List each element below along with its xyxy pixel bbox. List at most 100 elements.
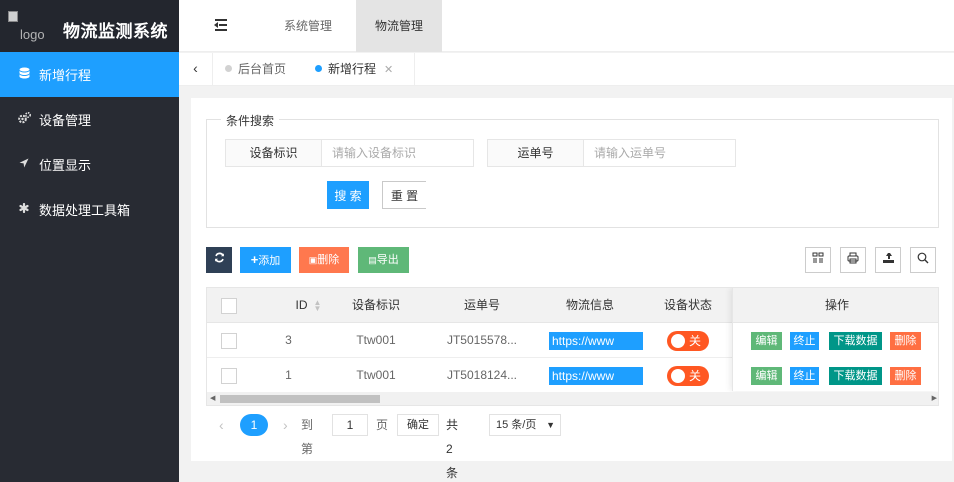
page-size-value: 15 条/页 [496, 419, 537, 431]
tab-home[interactable]: 后台首页 [213, 53, 301, 85]
search-toggle-button[interactable] [910, 247, 936, 273]
print-button[interactable] [840, 247, 866, 273]
status-switch[interactable]: 关 [667, 330, 709, 351]
switch-knob [671, 333, 685, 348]
sidebar: logo 物流监测系统 新增行程 设备管理 位置显示 数据处理工具箱 [0, 0, 179, 482]
device-id-label: 设备标识 [225, 139, 322, 167]
topnav-system-management[interactable]: 系统管理 [265, 0, 351, 52]
edit-button[interactable]: 编辑 [751, 332, 782, 350]
search-button[interactable]: 搜 索 [327, 181, 369, 209]
total-count: 共 2 条 [446, 418, 459, 480]
topnav-logistics-management[interactable]: 物流管理 [356, 0, 442, 52]
sidebar-item-device-management[interactable]: 设备管理 [0, 97, 179, 142]
status-switch[interactable]: 关 [667, 365, 709, 386]
sidebar-item-location[interactable]: 位置显示 [0, 142, 179, 187]
prev-page-icon[interactable]: ‹ [219, 413, 224, 437]
cell-logistics-info: https://www [549, 358, 643, 393]
select-all-checkbox[interactable] [221, 297, 237, 314]
stop-button[interactable]: 终止 [790, 367, 819, 385]
file-export-icon: ▤ [368, 255, 377, 265]
chevron-down-icon: ▼ [546, 420, 555, 430]
logo-area: logo 物流监测系统 [0, 0, 179, 52]
sidebar-item-label: 新增行程 [39, 68, 92, 83]
delete-row-button[interactable]: 删除 [890, 332, 921, 350]
tab-dot-icon [225, 65, 232, 72]
row-checkbox[interactable] [221, 332, 237, 349]
export-icon [882, 253, 895, 267]
cell-id: 1 [285, 368, 292, 382]
cell-device: Ttw001 [356, 368, 396, 382]
export-button-label: 导出 [376, 254, 399, 266]
database-icon [18, 67, 30, 82]
cell-id: 3 [285, 333, 292, 347]
refresh-button[interactable] [206, 247, 232, 273]
logistics-link[interactable]: https://www [549, 367, 643, 385]
scroll-right-icon[interactable]: ▶ [932, 394, 937, 402]
sidebar-toggle-icon[interactable] [213, 18, 229, 32]
chevron-left-icon: ‹ [193, 60, 198, 76]
sidebar-item-new-trip[interactable]: 新增行程 [0, 52, 179, 97]
refresh-icon [214, 252, 225, 266]
cell-device: Ttw001 [356, 333, 396, 347]
page-current[interactable]: 1 [240, 414, 268, 436]
export-file-button[interactable] [875, 247, 901, 273]
goto-confirm-button[interactable]: 确定 [397, 414, 439, 436]
logo-alt-text: logo [20, 27, 45, 42]
edit-button[interactable]: 编辑 [751, 367, 782, 385]
cell-device-status: 关 [643, 358, 733, 393]
columns-filter-button[interactable] [805, 247, 831, 273]
system-title: 物流监测系统 [63, 22, 168, 41]
download-data-button[interactable]: 下载数据 [829, 367, 882, 385]
page-size-select[interactable]: 15 条/页 ▼ [489, 414, 561, 436]
row-checkbox-cell [207, 323, 251, 358]
data-table: ID ▲ ▼ 设备标识 运单号 物流信息 设备状态 3 Ttw001 JT50155… [206, 287, 939, 406]
cell-logistics-info: https://www [549, 323, 643, 358]
header-checkbox-cell [207, 288, 251, 323]
tab-dot-icon [315, 65, 322, 72]
delete-button[interactable]: ▣删除 [299, 247, 349, 273]
asterisk-icon [18, 202, 30, 216]
horizontal-scrollbar[interactable]: ◀ ▶ [207, 392, 938, 405]
scrollbar-thumb[interactable] [220, 395, 380, 403]
tab-label: 后台首页 [238, 62, 287, 76]
download-data-button[interactable]: 下载数据 [829, 332, 882, 350]
search-legend: 条件搜索 [221, 112, 280, 129]
switch-knob [671, 368, 685, 383]
export-button[interactable]: ▤导出 [358, 247, 409, 273]
goto-page-input[interactable]: 1 [332, 414, 368, 436]
logo-image: logo [8, 11, 52, 42]
stop-button[interactable]: 终止 [790, 332, 819, 350]
row-checkbox-cell [207, 358, 251, 393]
print-icon [847, 252, 859, 267]
next-page-icon[interactable]: › [283, 413, 288, 437]
device-id-input[interactable]: 请输入设备标识 [322, 139, 474, 167]
header-device: 设备标识 [351, 298, 400, 312]
tab-label: 新增行程 [328, 62, 377, 76]
tab-new-trip[interactable]: 新增行程 ✕ [303, 53, 415, 85]
cell-waybill: JT5018124... [446, 368, 518, 382]
sidebar-item-label: 数据处理工具箱 [39, 203, 131, 218]
row-checkbox[interactable] [221, 367, 237, 384]
delete-button-label: 删除 [317, 254, 340, 266]
trash-icon: ▣ [308, 255, 318, 265]
add-button[interactable]: +添加 [240, 247, 291, 273]
location-arrow-icon [18, 158, 30, 171]
delete-row-button[interactable]: 删除 [890, 367, 921, 385]
tabs-back-button[interactable]: ‹ [179, 53, 213, 85]
sort-icon[interactable]: ▲ ▼ [314, 298, 322, 312]
waybill-input[interactable]: 请输入运单号 [584, 139, 736, 167]
sidebar-item-data-toolbox[interactable]: 数据处理工具箱 [0, 187, 179, 232]
cell-device-status: 关 [643, 323, 733, 358]
logistics-link[interactable]: https://www [549, 332, 643, 350]
actions-column: 操作 编辑 终止 下载数据 删除 编辑 终止 下载数据 删除 [732, 288, 938, 391]
broken-image-icon [8, 11, 18, 22]
add-button-label: 添加 [258, 255, 281, 267]
close-icon[interactable]: ✕ [384, 64, 393, 76]
header-waybill: 运单号 [463, 298, 500, 312]
reset-button[interactable]: 重 置 [382, 181, 426, 209]
switch-label: 关 [688, 368, 701, 383]
header-device-status: 设备状态 [663, 298, 712, 312]
scroll-left-icon[interactable]: ◀ [210, 394, 215, 402]
header-logistics-info: 物流信息 [565, 298, 614, 312]
waybill-label: 运单号 [487, 139, 584, 167]
